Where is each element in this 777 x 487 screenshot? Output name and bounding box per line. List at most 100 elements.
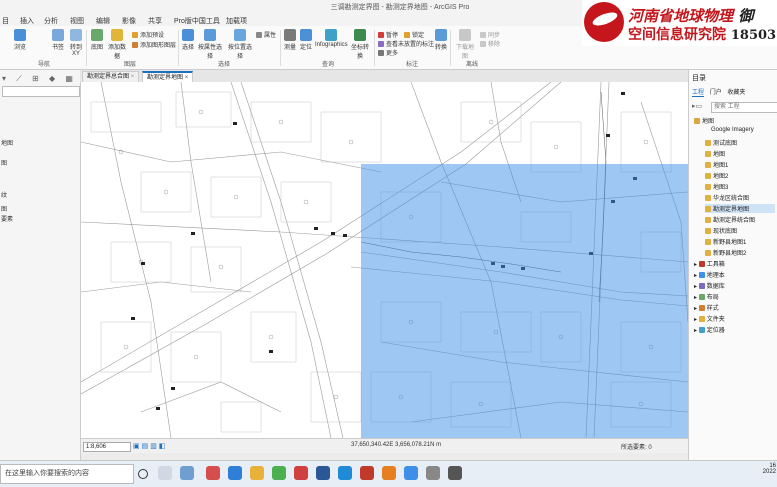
catalog-map-item[interactable]: 地图3 — [705, 182, 728, 191]
tab-imagery[interactable]: 影像 — [122, 16, 136, 26]
view-unplaced-labels-button[interactable]: 查看未放置的标注 — [378, 39, 434, 48]
select-by-attributes-icon — [204, 29, 216, 41]
catalog-map-item[interactable]: 勘测定界统合图 — [705, 215, 755, 224]
arcgis-pro-icon[interactable] — [338, 466, 352, 480]
logo-line1: 河南省地球物理 御 — [628, 7, 754, 25]
file-explorer-icon[interactable] — [250, 466, 264, 480]
catalog-map-item[interactable]: 新野县地图1 — [705, 237, 746, 246]
map-canvas[interactable] — [81, 82, 688, 438]
view-tools-icon[interactable]: ▣▤▥◧ — [133, 442, 167, 450]
bookmarks-button[interactable]: 书签 — [50, 29, 66, 51]
catalog-map-item[interactable]: 华龙区统合图 — [705, 193, 749, 202]
catalog-map-item[interactable]: Google Imagery — [711, 127, 754, 133]
add-preset-button[interactable]: 添加预设 — [132, 30, 164, 39]
logo-line2: 空间信息研究院 18503 — [628, 27, 777, 43]
app-icon[interactable] — [228, 466, 242, 480]
map-icon — [705, 239, 711, 246]
toolbox-icon — [698, 261, 705, 268]
contents-item[interactable]: 地图 — [1, 138, 13, 147]
catalog-tab-project[interactable]: 工程 — [692, 90, 705, 97]
contents-pane: ▾ ⟋ ⊞ ◆ ▦ 地图 图 纹 图 要素 — [0, 70, 81, 460]
app-icon[interactable] — [360, 466, 374, 480]
select-button[interactable]: 选择 — [181, 29, 195, 51]
lock-labels-button[interactable]: 锁定 — [404, 30, 424, 39]
add-data-button[interactable]: 添加数据 — [106, 29, 128, 60]
measure-button[interactable]: 测量 — [283, 29, 297, 51]
app-icon[interactable] — [316, 466, 330, 480]
catalog-tab-portal[interactable]: 门户 — [710, 90, 722, 96]
tab-view[interactable]: 视图 — [70, 16, 84, 26]
catalog-folder-item[interactable]: ▸ 样式 — [694, 303, 719, 312]
catalog-folder-item[interactable]: ▸ 定位器 — [694, 325, 725, 334]
tab-project[interactable]: 目 — [2, 16, 9, 26]
selected-features-count: 所选要素: 0 — [621, 445, 652, 451]
contents-item[interactable]: 图 — [1, 158, 7, 167]
map-icon — [705, 206, 711, 213]
download-map-button[interactable]: 下载地图 — [454, 29, 476, 60]
catalog-folder-item[interactable]: ▸ 工具箱 — [694, 259, 725, 268]
tab-china-tools[interactable]: Pro版中国工具 — [174, 16, 220, 26]
contents-item[interactable]: 纹 — [1, 190, 7, 199]
catalog-map-item[interactable]: 地图2 — [705, 171, 728, 180]
app-icon[interactable] — [180, 466, 194, 480]
catalog-folder-item[interactable]: ▸ 布局 — [694, 292, 719, 301]
select-icon — [182, 29, 194, 41]
catalog-map-item[interactable]: 新野县地图2 — [705, 248, 746, 257]
select-by-attributes-button[interactable]: 按属性选择 — [196, 29, 224, 60]
tab-addins[interactable]: 加载项 — [226, 16, 247, 26]
app-icon[interactable] — [206, 466, 220, 480]
catalog-search-input[interactable]: 搜索 工程 — [711, 102, 777, 113]
contents-toolbar[interactable]: ▾ ⟋ ⊞ ◆ ▦ — [2, 74, 77, 84]
app-icon[interactable] — [448, 466, 462, 480]
select-by-location-button[interactable]: 按位置选择 — [226, 29, 254, 60]
catalog-folder-item[interactable]: ▸ 地理本 — [694, 270, 725, 279]
catalog-map-item[interactable]: 测试底图 — [705, 138, 737, 147]
scale-selector[interactable]: 1:8,606 — [83, 442, 131, 452]
catalog-map-item[interactable]: 现状底图 — [705, 226, 737, 235]
graphics-layer-icon — [132, 42, 138, 49]
taskbar-search-input[interactable]: 在这里输入你要搜索的内容 — [0, 464, 134, 484]
cortana-icon[interactable] — [138, 469, 148, 479]
contents-item[interactable]: 图 — [1, 204, 7, 213]
catalog-maps-folder[interactable]: 地图 — [694, 116, 714, 125]
locate-icon — [300, 29, 312, 41]
taskbar-clock[interactable]: 16 2022 — [750, 463, 776, 475]
app-icon[interactable] — [404, 466, 418, 480]
catalog-map-item-selected[interactable]: 勘测定界地图 — [705, 204, 775, 213]
style-icon — [698, 305, 705, 312]
tab-edit[interactable]: 编辑 — [96, 16, 110, 26]
catalog-map-item[interactable]: 地图1 — [705, 160, 728, 169]
sync-button[interactable]: 同步 — [480, 30, 500, 39]
app-icon[interactable] — [382, 466, 396, 480]
labeling-more-button[interactable]: 更多 — [378, 48, 398, 57]
catalog-folder-item[interactable]: ▸ 文件夹 — [694, 314, 725, 323]
tab-share[interactable]: 共享 — [148, 16, 162, 26]
app-icon[interactable] — [426, 466, 440, 480]
catalog-tab-favorites[interactable]: 收藏夹 — [727, 90, 745, 96]
coordinate-conversion-button[interactable]: 坐标转换 — [349, 29, 371, 60]
infographics-button[interactable]: Infographics — [315, 29, 348, 48]
add-graphics-layer-button[interactable]: 添加图形图层 — [132, 40, 176, 49]
explore-button[interactable]: 浏览 — [12, 29, 28, 51]
attributes-button[interactable]: 属性 — [256, 30, 276, 39]
remove-button[interactable]: 移除 — [480, 39, 500, 48]
chrome-icon[interactable] — [272, 466, 286, 480]
attributes-icon — [256, 32, 262, 39]
catalog-tools-icon[interactable]: ▸▭ — [692, 102, 702, 110]
tab-insert[interactable]: 插入 — [20, 16, 34, 26]
close-icon[interactable]: × — [131, 74, 135, 80]
contents-item[interactable]: 要素 — [1, 214, 13, 223]
basemap-button[interactable]: 底图 — [90, 29, 104, 51]
app-icon[interactable] — [294, 466, 308, 480]
tab-analysis[interactable]: 分析 — [44, 16, 58, 26]
map-icon — [705, 250, 711, 257]
catalog-map-item[interactable]: 地图 — [705, 149, 725, 158]
task-view-icon[interactable] — [158, 466, 172, 480]
catalog-folder-item[interactable]: ▸ 数据库 — [694, 281, 725, 290]
contents-search-input[interactable] — [2, 86, 80, 97]
locate-button[interactable]: 定位 — [299, 29, 313, 51]
goto-xy-button[interactable]: 转到 XY — [68, 29, 84, 57]
close-icon[interactable]: × — [185, 75, 189, 81]
pause-labeling-button[interactable]: 暂停 — [378, 30, 398, 39]
convert-labels-button[interactable]: 转换 — [434, 29, 448, 51]
